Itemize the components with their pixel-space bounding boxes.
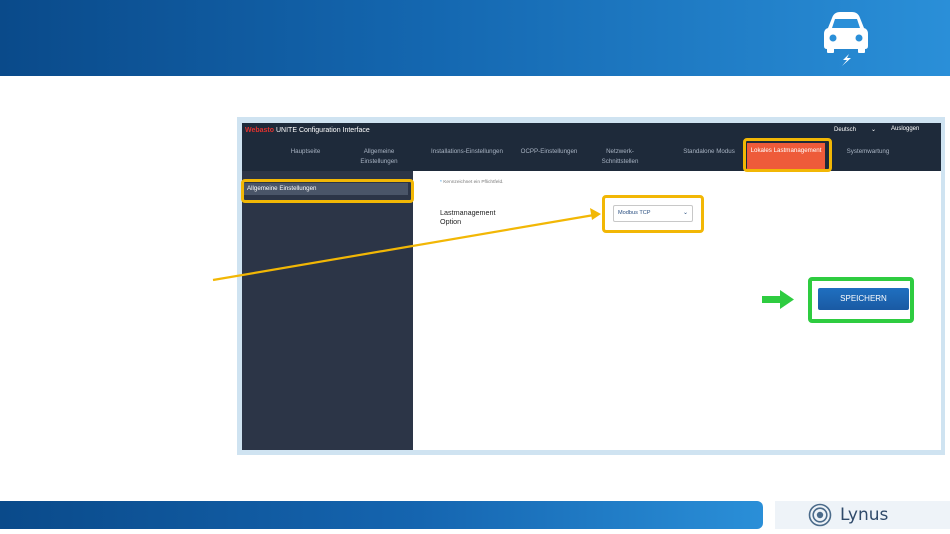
top-banner — [0, 0, 950, 76]
lynus-logo-text: Lynus — [840, 505, 889, 525]
required-star: * — [440, 180, 442, 185]
tutorial-slide: Webasto UNITE Configuration Interface De… — [0, 0, 950, 534]
tab-ocpp-einstellungen[interactable]: OCPP-Einstellungen — [510, 147, 588, 171]
required-field-note: * Kennzeichnet ein Pflichtfeld. — [440, 180, 504, 185]
language-select[interactable]: Deutsch — [834, 127, 856, 133]
highlight-sidebar-item — [241, 179, 414, 203]
logout-link[interactable]: Ausloggen — [891, 126, 919, 132]
tab-hauptseite[interactable]: Hauptseite — [268, 147, 343, 171]
tab-allgemeine-einstellungen[interactable]: Allgemeine Einstellungen — [351, 147, 407, 171]
highlight-active-tab — [743, 138, 832, 172]
lynus-logo-icon — [808, 503, 832, 527]
highlight-save-button — [808, 277, 914, 323]
app-header: Webasto UNITE Configuration Interface De… — [242, 123, 941, 171]
footer-bar — [0, 501, 763, 529]
tab-systemwartung[interactable]: Systemwartung — [832, 147, 904, 171]
tab-netzwerk-schnittstellen[interactable]: Netzwerk-Schnittstellen — [592, 147, 648, 171]
app-title-text: UNITE Configuration Interface — [276, 127, 370, 134]
electric-car-icon — [824, 12, 868, 66]
lastmanagement-option-label: Lastmanagement Option — [440, 208, 496, 226]
sidebar: Allgemeine Einstellungen — [242, 171, 413, 450]
brand-logo: Webasto — [245, 127, 275, 134]
highlight-select — [602, 195, 704, 233]
chevron-down-icon[interactable]: ⌄ — [871, 126, 876, 133]
tab-installations-einstellungen[interactable]: Installations-Einstellungen — [430, 147, 504, 171]
tab-standalone-modus[interactable]: Standalone Modus — [668, 147, 750, 171]
app-title: Webasto UNITE Configuration Interface — [245, 127, 370, 134]
